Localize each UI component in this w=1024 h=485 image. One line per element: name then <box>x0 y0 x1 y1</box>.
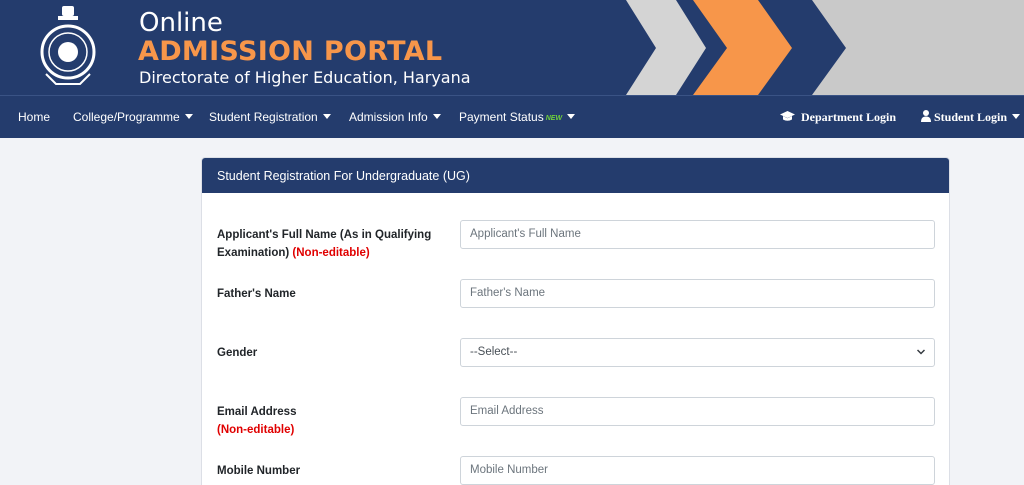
gender-selected-value: --Select-- <box>470 346 518 358</box>
emblem-logo <box>40 6 96 85</box>
father-name-label: Father's Name <box>217 288 296 300</box>
portal-subtitle: Directorate of Higher Education, Haryana <box>139 68 471 87</box>
email-label-text: Email Address <box>217 406 297 418</box>
nav-registration-label: Student Registration <box>209 110 318 124</box>
email-input[interactable]: Email Address <box>460 397 935 426</box>
caret-down-icon <box>1012 114 1021 119</box>
nav-admission-info[interactable]: Admission Info <box>349 110 441 124</box>
user-icon <box>921 110 931 122</box>
student-login-dropdown[interactable]: Student Login <box>921 110 1021 125</box>
nav-student-registration[interactable]: Student Registration <box>209 110 331 124</box>
header-banner: Online ADMISSION PORTAL Directorate of H… <box>0 0 1024 95</box>
nav-college-programme[interactable]: College/Programme <box>73 110 193 124</box>
mobile-placeholder: Mobile Number <box>470 464 548 476</box>
main-navbar: Home College/Programme Student Registrat… <box>0 95 1024 138</box>
nav-payment-status[interactable]: Payment Status NEW <box>459 110 576 124</box>
student-login-label: Student Login <box>934 110 1008 124</box>
nav-admission-label: Admission Info <box>349 110 428 124</box>
mobile-input[interactable]: Mobile Number <box>460 456 935 485</box>
non-editable-note: (Non-editable) <box>217 424 295 436</box>
department-login-link[interactable]: Department Login <box>780 110 896 125</box>
full-name-label: Applicant's Full Name (As in Qualifying … <box>217 226 437 262</box>
full-name-placeholder: Applicant's Full Name <box>470 228 581 240</box>
caret-down-icon <box>567 114 576 119</box>
department-login-label: Department Login <box>801 110 896 124</box>
gender-select[interactable]: --Select-- <box>460 338 935 367</box>
mobile-label: Mobile Number <box>217 465 301 477</box>
portal-title-online: Online <box>139 8 223 38</box>
non-editable-note: (Non-editable) <box>292 247 370 259</box>
caret-down-icon <box>432 114 441 119</box>
father-name-placeholder: Father's Name <box>470 287 546 299</box>
nav-college-label: College/Programme <box>73 110 180 124</box>
nav-home[interactable]: Home <box>18 110 50 124</box>
email-placeholder: Email Address <box>470 405 544 417</box>
full-name-input[interactable]: Applicant's Full Name <box>460 220 935 249</box>
nav-home-label: Home <box>18 110 51 124</box>
select-chevron-icon <box>917 349 925 355</box>
email-label: Email Address (Non-editable) <box>217 403 437 439</box>
nav-payment-label: Payment Status <box>459 110 544 124</box>
portal-title-main: ADMISSION PORTAL <box>138 36 443 67</box>
registration-card: Student Registration For Undergraduate (… <box>201 157 950 485</box>
gender-label: Gender <box>217 347 258 359</box>
father-name-input[interactable]: Father's Name <box>460 279 935 308</box>
graduation-cap-icon <box>780 111 795 121</box>
new-badge: NEW <box>545 115 563 122</box>
card-title: Student Registration For Undergraduate (… <box>202 158 949 193</box>
caret-down-icon <box>184 114 193 119</box>
caret-down-icon <box>322 114 331 119</box>
